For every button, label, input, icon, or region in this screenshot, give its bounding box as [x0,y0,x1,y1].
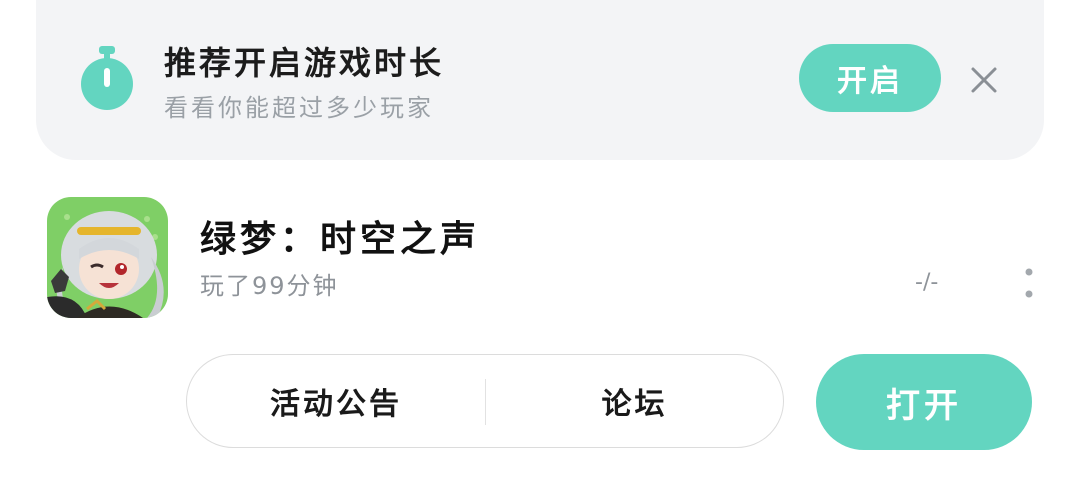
game-avatar[interactable] [47,197,168,318]
game-time-page: 推荐开启游戏时长 看看你能超过多少玩家 开启 绿梦：时空之声 玩了99分钟 -/… [0,0,1080,479]
game-rank: -/- [915,270,939,295]
enable-button[interactable]: 开启 [799,44,941,112]
game-playtime: 玩了99分钟 [200,272,339,300]
secondary-actions: 活动公告 论坛 [186,354,784,448]
recommend-title: 推荐开启游戏时长 [164,44,445,82]
announcement-button[interactable]: 活动公告 [187,355,485,447]
game-title[interactable]: 绿梦：时空之声 [200,210,480,262]
open-game-button[interactable]: 打开 [816,354,1032,450]
forum-button[interactable]: 论坛 [486,355,783,447]
close-icon[interactable] [968,64,1000,96]
more-vertical-icon[interactable] [1018,266,1040,302]
stopwatch-icon [81,46,133,110]
game-avatar-image [47,197,168,318]
recommend-subtitle: 看看你能超过多少玩家 [164,94,434,122]
